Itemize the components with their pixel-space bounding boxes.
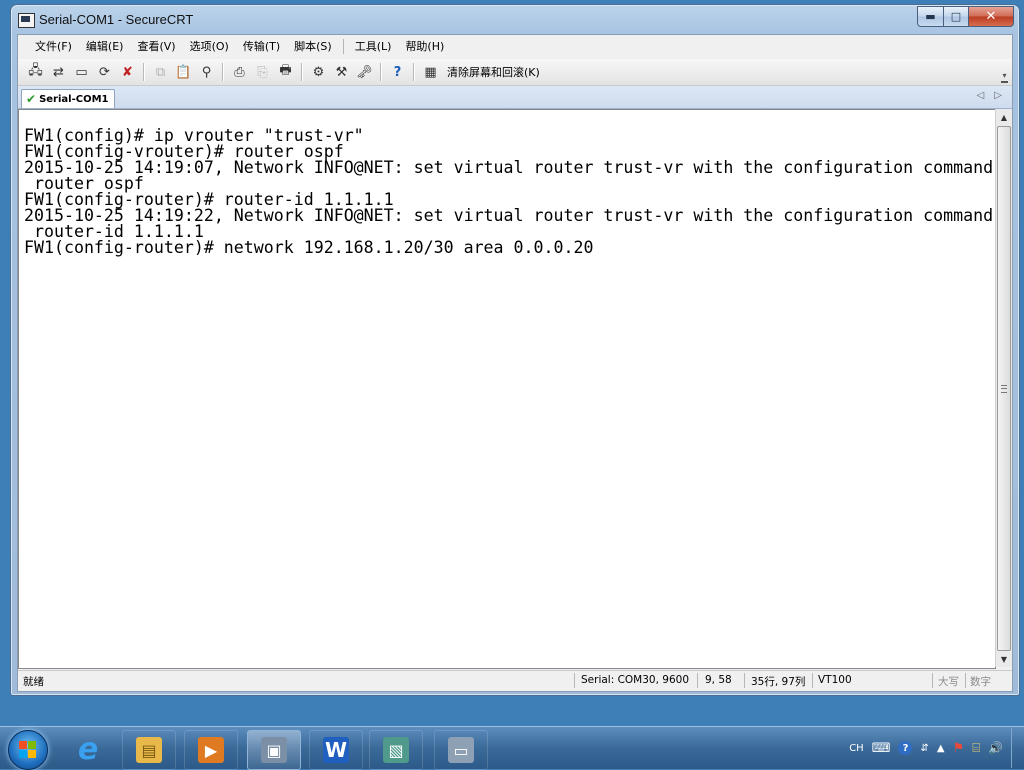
find-icon[interactable]: ⚲ xyxy=(197,63,216,82)
close-button[interactable]: ✕ xyxy=(969,6,1014,27)
terminal-screen[interactable]: FW1(config)# ip vrouter "trust-vr" FW1(c… xyxy=(18,109,996,669)
copy-icon[interactable]: ⧉ xyxy=(151,63,170,82)
help-icon[interactable]: ? xyxy=(388,63,407,82)
connected-check-icon: ✔ xyxy=(26,92,37,106)
menu-options[interactable]: 选项(O) xyxy=(183,37,236,56)
tab-serial-com1[interactable]: ✔ Serial-COM1 xyxy=(21,89,116,108)
status-terminal-size: 35行, 97列 xyxy=(751,676,806,688)
taskbar-file-explorer[interactable]: ▤ xyxy=(122,730,176,770)
menu-script[interactable]: 脚本(S) xyxy=(287,37,339,56)
vertical-scrollbar[interactable]: ▲ ▼ xyxy=(995,109,1012,667)
status-cursor-position: 9, 58 xyxy=(705,674,732,686)
terminal-output: FW1(config)# ip vrouter "trust-vr" FW1(c… xyxy=(24,126,994,257)
securecrt-icon: ▣ xyxy=(261,737,287,763)
system-tray: CH ⌨ ? ⇵ ▲ ⚑ ⌸ 🔊 xyxy=(845,727,1024,769)
language-indicator[interactable]: CH xyxy=(849,743,864,754)
paste-icon[interactable]: 📋 xyxy=(174,63,193,82)
title-bar[interactable]: Serial-COM1 - SecureCRT ▬ □ ✕ xyxy=(11,5,1019,35)
menu-bar: 文件(F) 编辑(E) 查看(V) 选项(O) 传输(T) 脚本(S) 工具(L… xyxy=(18,35,1012,58)
status-emulation: VT100 xyxy=(818,674,852,686)
menu-transfer[interactable]: 传输(T) xyxy=(236,37,287,56)
windows-logo-icon xyxy=(19,741,37,759)
taskbar-wps-writer[interactable]: W xyxy=(309,730,363,770)
keyboard-icon[interactable]: ⌨ xyxy=(872,741,891,756)
status-separator xyxy=(932,673,933,688)
toolbar-separator xyxy=(380,63,382,81)
toolbar-separator xyxy=(413,63,415,81)
action-center-icon[interactable]: ⚑ xyxy=(953,741,965,756)
show-desktop-button[interactable] xyxy=(1011,728,1024,768)
menu-help[interactable]: 帮助(H) xyxy=(398,37,451,56)
taskbar-picture-viewer[interactable]: ▧ xyxy=(369,730,423,770)
toolbar-separator xyxy=(143,63,145,81)
maximize-button[interactable]: □ xyxy=(944,6,969,27)
internet-explorer-icon: e xyxy=(77,731,99,767)
scroll-down-icon[interactable]: ▼ xyxy=(996,651,1012,667)
disconnect-icon[interactable]: ✘ xyxy=(118,63,137,82)
client-area: 文件(F) 编辑(E) 查看(V) 选项(O) 传输(T) 脚本(S) 工具(L… xyxy=(17,34,1013,692)
print-screen-icon[interactable]: ⎙ xyxy=(230,63,249,82)
securecrt-app-icon[interactable] xyxy=(18,13,35,28)
caption-buttons: ▬ □ ✕ xyxy=(917,6,1014,27)
quick-connect-icon[interactable]: ⇄ xyxy=(49,63,68,82)
toolbar-overflow-icon[interactable]: ▾ xyxy=(1001,72,1008,83)
volume-icon[interactable]: 🔊 xyxy=(988,741,1003,755)
status-separator xyxy=(574,673,575,688)
connect-in-tab-icon[interactable]: ▭ xyxy=(72,63,91,82)
wps-writer-icon: W xyxy=(323,737,349,763)
status-bar: 就绪 Serial: COM30, 9600 9, 58 35行, 97列 VT… xyxy=(18,670,1012,691)
folder-icon: ▤ xyxy=(136,737,162,763)
taskbar: e ▤ ▶ ▣ W ▧ ▭ CH ⌨ ? ⇵ ▲ ⚑ ⌸ 🔊 xyxy=(0,726,1024,770)
keymap-icon[interactable]: 🗝 xyxy=(355,63,374,82)
scroll-up-icon[interactable]: ▲ xyxy=(996,109,1012,125)
ime-help-icon[interactable]: ? xyxy=(898,741,913,755)
status-caps-lock: 大写 xyxy=(938,676,959,688)
taskbar-internet-explorer[interactable]: e xyxy=(62,730,114,768)
toolbar-separator xyxy=(301,63,303,81)
clear-screen-icon[interactable]: ▦ xyxy=(421,63,440,82)
start-button[interactable] xyxy=(8,730,48,770)
menu-tools[interactable]: 工具(L) xyxy=(348,37,399,56)
taskbar-securecrt[interactable]: ▣ xyxy=(247,730,301,770)
terminal-window-icon: ▭ xyxy=(448,737,474,763)
status-separator xyxy=(965,673,966,688)
grip-icon xyxy=(1001,385,1007,393)
status-ready: 就绪 xyxy=(23,676,44,688)
toolbar: 🖧 ⇄ ▭ ⟳ ✘ ⧉ 📋 ⚲ ⎙ ⎘ 🖶 ⚙ ⚒ 🗝 ? ▦ 清除屏幕和回滚(… xyxy=(18,59,1012,86)
global-options-icon[interactable]: ⚒ xyxy=(332,63,351,82)
status-separator xyxy=(812,673,813,688)
status-separator xyxy=(697,673,698,688)
tab-prev-icon[interactable]: ◁ xyxy=(977,90,985,101)
tab-next-icon[interactable]: ▷ xyxy=(994,90,1002,101)
minimize-button[interactable]: ▬ xyxy=(917,6,944,27)
taskbar-media-player[interactable]: ▶ xyxy=(184,730,238,770)
print-icon[interactable]: 🖶 xyxy=(276,63,295,82)
media-player-icon: ▶ xyxy=(198,737,224,763)
taskbar-terminal-window[interactable]: ▭ xyxy=(434,730,488,770)
menu-separator xyxy=(342,39,344,54)
status-separator xyxy=(744,673,745,688)
window-title: Serial-COM1 - SecureCRT xyxy=(39,12,194,27)
tab-label: Serial-COM1 xyxy=(39,93,109,105)
menu-file[interactable]: 文件(F) xyxy=(28,37,79,56)
show-hidden-icons-icon[interactable]: ▲ xyxy=(937,743,945,754)
clear-screen-button[interactable]: 清除屏幕和回滚(K) xyxy=(447,64,540,80)
ime-options-icon[interactable]: ⇵ xyxy=(920,743,928,754)
menu-view[interactable]: 查看(V) xyxy=(130,37,182,56)
scroll-thumb[interactable] xyxy=(997,126,1011,651)
print-selection-icon[interactable]: ⎘ xyxy=(253,63,272,82)
network-icon[interactable]: ⌸ xyxy=(972,741,980,756)
reconnect-icon[interactable]: ⟳ xyxy=(95,63,114,82)
menu-edit[interactable]: 编辑(E) xyxy=(79,37,131,56)
status-num-lock: 数字 xyxy=(970,676,991,688)
status-serial: Serial: COM30, 9600 xyxy=(581,674,689,686)
session-tabstrip: ✔ Serial-COM1 ◁ ▷ xyxy=(18,86,1012,109)
tab-navigation: ◁ ▷ xyxy=(977,90,1002,101)
session-options-icon[interactable]: ⚙ xyxy=(309,63,328,82)
connect-icon[interactable]: 🖧 xyxy=(26,63,45,82)
securecrt-window: Serial-COM1 - SecureCRT ▬ □ ✕ 文件(F) 编辑(E… xyxy=(10,4,1020,696)
toolbar-separator xyxy=(222,63,224,81)
picture-viewer-icon: ▧ xyxy=(383,737,409,763)
